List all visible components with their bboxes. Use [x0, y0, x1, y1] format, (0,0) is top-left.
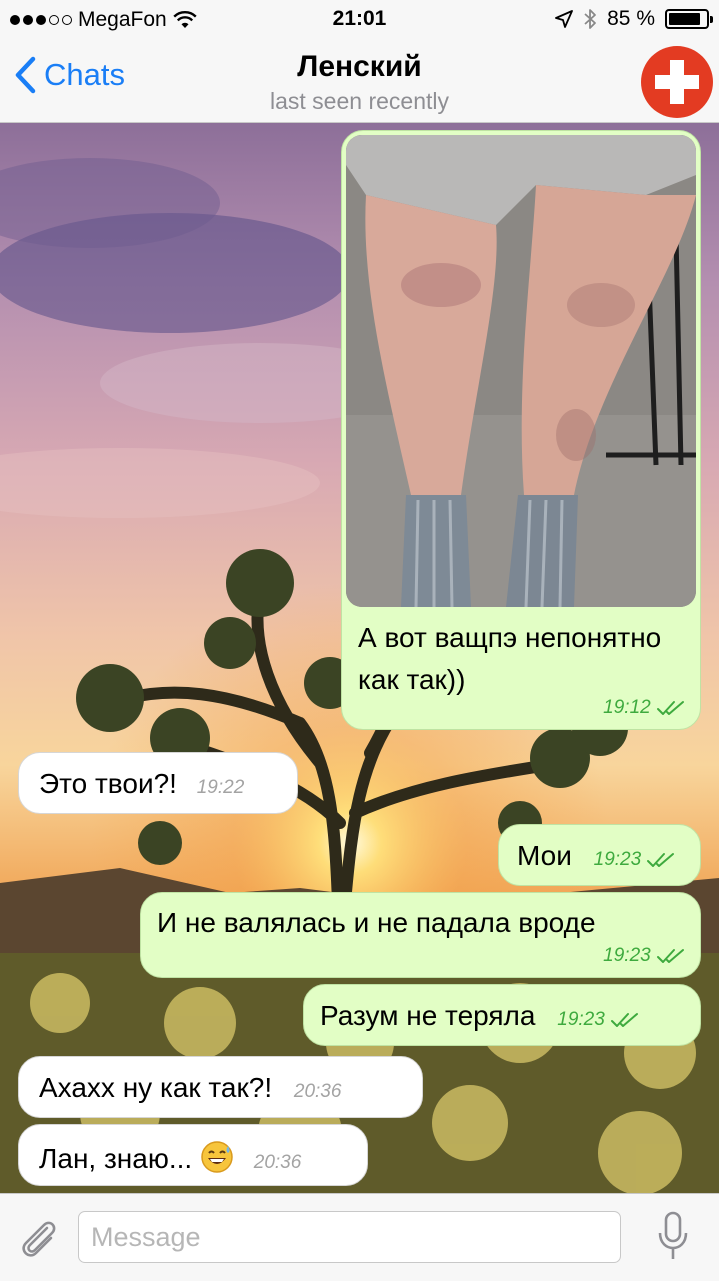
message-time: 20:36 — [253, 1152, 302, 1173]
contact-status: last seen recently — [270, 88, 449, 114]
location-arrow-icon — [555, 10, 574, 28]
message-input[interactable] — [78, 1211, 621, 1263]
message-time: 19:23 — [557, 1009, 640, 1030]
message-text: Лан, знаю... — [39, 1143, 193, 1174]
message-time: 19:12 — [603, 697, 686, 719]
message-text: Ахахх ну как так?! — [39, 1072, 273, 1103]
double-check-icon — [657, 700, 684, 715]
message-time: 19:22 — [196, 777, 245, 798]
message-photo[interactable] — [346, 135, 696, 607]
double-check-icon — [647, 852, 675, 867]
battery-percent: 85 % — [607, 7, 655, 30]
legs-photo-image — [346, 135, 696, 607]
message-bubble-incoming[interactable]: Ахахх ну как так?! 20:36 — [18, 1056, 423, 1118]
message-time: 19:23 — [603, 945, 686, 967]
message-bubble-outgoing[interactable]: И не валялась и не падала вроде 19:23 — [140, 892, 701, 978]
message-bubble-incoming[interactable]: Это твои?! 19:22 — [18, 752, 298, 814]
battery-icon — [665, 9, 713, 29]
message-bubble-outgoing[interactable]: Мои 19:23 — [498, 824, 701, 886]
attach-paperclip-icon[interactable] — [16, 1214, 60, 1260]
message-bubble-outgoing[interactable]: Разум не теряла 19:23 — [303, 984, 701, 1046]
double-check-icon — [611, 1012, 639, 1027]
double-check-icon — [657, 948, 684, 963]
message-photo-bubble[interactable]: А вот ващпэ непонятно как так)) 19:12 — [341, 130, 701, 730]
status-bar: MegaFon 21:01 85 % — [0, 0, 719, 40]
status-right: 85 % — [555, 7, 713, 31]
microphone-icon[interactable] — [657, 1211, 689, 1261]
message-text: Разум не теряла — [320, 1000, 536, 1031]
contact-avatar[interactable] — [641, 46, 713, 118]
contact-name[interactable]: Ленский — [0, 50, 719, 84]
message-text: Мои — [517, 840, 572, 871]
message-time: 19:23 — [594, 849, 677, 870]
message-bubble-incoming[interactable]: Лан, знаю... 20:36 — [18, 1124, 368, 1186]
message-input-bar — [0, 1193, 719, 1281]
message-time: 20:36 — [293, 1081, 342, 1102]
message-text: А вот ващпэ непонятно как так)) — [358, 622, 662, 695]
message-text: Это твои?! — [39, 768, 177, 799]
bluetooth-icon — [584, 9, 597, 29]
chat-header: Chats Ленский last seen recently — [0, 40, 719, 123]
sweat-smile-emoji-icon — [201, 1141, 233, 1173]
message-text: И не валялась и не падала вроде — [157, 907, 596, 938]
